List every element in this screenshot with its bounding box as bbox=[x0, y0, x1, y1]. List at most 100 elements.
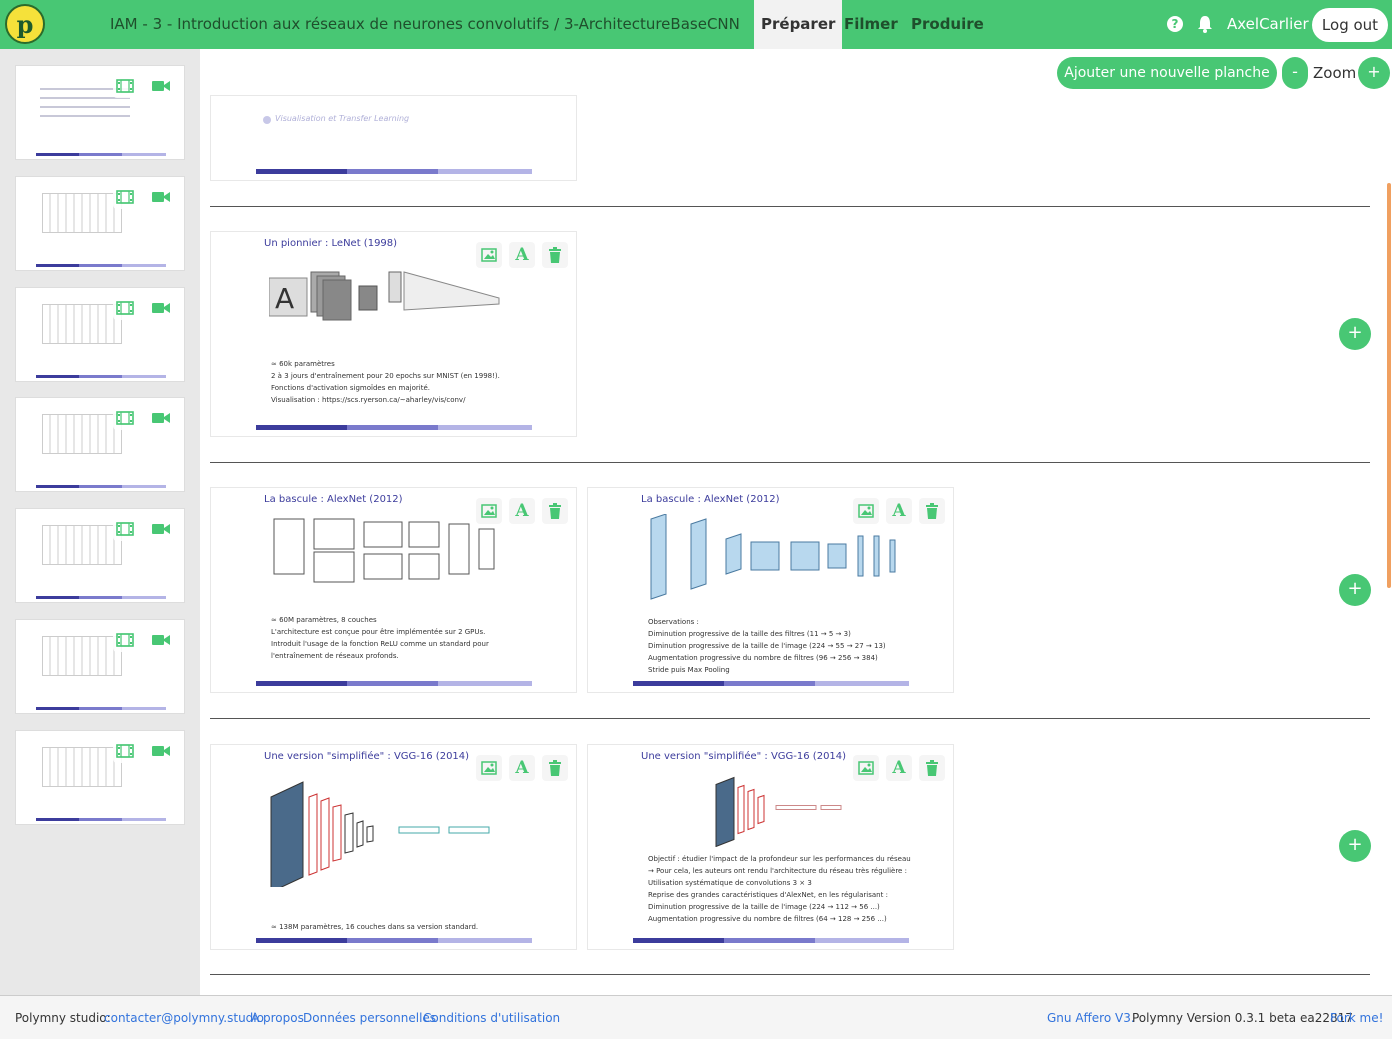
lenet-diagram-image: A bbox=[269, 271, 500, 321]
slide-bullet: Diminution progressive de la taille des … bbox=[648, 630, 851, 638]
text-icon: A bbox=[515, 501, 529, 521]
thumbnail-footer-bar bbox=[36, 264, 166, 267]
add-slide-to-row-button[interactable]: + bbox=[1339, 830, 1371, 862]
add-slide-to-row-button[interactable]: + bbox=[1339, 574, 1371, 606]
slide-bullets: ≃ 60M paramètres, 8 couches L'architectu… bbox=[271, 616, 531, 664]
tab-preparer[interactable]: Préparer bbox=[754, 0, 843, 49]
tab-produire[interactable]: Produire bbox=[904, 0, 991, 49]
thumbnail-footer-bar bbox=[36, 596, 166, 599]
film-strip-button[interactable] bbox=[113, 185, 137, 209]
zoom-in-button[interactable]: + bbox=[1358, 57, 1390, 89]
record-button[interactable] bbox=[149, 74, 173, 98]
footer-link-contact[interactable]: contacter@polymny.studio bbox=[104, 996, 264, 1039]
slide-card[interactable]: Une version "simplifiée" : VGG-16 (2014)… bbox=[210, 744, 577, 950]
record-button[interactable] bbox=[149, 185, 173, 209]
logout-button[interactable]: Log out bbox=[1312, 8, 1388, 42]
thumbnail-footer-bar bbox=[36, 707, 166, 710]
replace-image-button[interactable] bbox=[476, 242, 502, 268]
footer-link-fork[interactable]: Fork me! bbox=[1330, 996, 1383, 1039]
film-strip-button[interactable] bbox=[113, 406, 137, 430]
polymny-logo[interactable]: p bbox=[5, 4, 45, 44]
replace-image-button[interactable] bbox=[476, 755, 502, 781]
record-button[interactable] bbox=[149, 406, 173, 430]
footer-link-license[interactable]: Gnu Affero V3. bbox=[1047, 996, 1135, 1039]
record-button[interactable] bbox=[149, 739, 173, 763]
film-strip-button[interactable] bbox=[113, 628, 137, 652]
film-icon bbox=[116, 744, 134, 758]
tab-filmer[interactable]: Filmer bbox=[837, 0, 905, 49]
record-button[interactable] bbox=[149, 517, 173, 541]
slide-bullet: ≃ 60k paramètres bbox=[271, 360, 335, 368]
delete-slide-button[interactable] bbox=[542, 498, 568, 524]
footer-label: Polymny studio: bbox=[15, 1011, 111, 1025]
film-strip-button[interactable] bbox=[113, 296, 137, 320]
bell-icon[interactable] bbox=[1197, 14, 1213, 34]
slide-thumbnail[interactable] bbox=[15, 65, 185, 160]
slide-thumbnail[interactable] bbox=[15, 397, 185, 492]
slide-bullet: Visualisation : https://scs.ryerson.ca/~… bbox=[271, 396, 466, 404]
slide-bullet: 2 à 3 jours d'entraînement pour 20 epoch… bbox=[271, 372, 500, 380]
page-footer: Polymny studio: contacter@polymny.studio… bbox=[0, 995, 1392, 1039]
replace-image-button[interactable] bbox=[476, 498, 502, 524]
trash-icon bbox=[549, 503, 561, 519]
slide-footer-bar bbox=[633, 938, 909, 943]
slide-bullet: Stride puis Max Pooling bbox=[648, 666, 730, 674]
film-strip-button[interactable] bbox=[113, 517, 137, 541]
film-icon bbox=[116, 79, 134, 93]
replace-image-button[interactable] bbox=[853, 755, 879, 781]
scrollbar[interactable] bbox=[1387, 183, 1391, 588]
footer-link-about[interactable]: A propos bbox=[251, 996, 304, 1039]
record-button[interactable] bbox=[149, 296, 173, 320]
text-icon: A bbox=[892, 501, 906, 521]
image-icon bbox=[858, 504, 874, 518]
edit-text-button[interactable]: A bbox=[886, 755, 912, 781]
slide-card[interactable]: Un pionnier : LeNet (1998) A ≃ 60k param… bbox=[210, 231, 577, 437]
text-icon: A bbox=[892, 758, 906, 778]
thumbnail-preview bbox=[42, 747, 122, 787]
replace-image-button[interactable] bbox=[853, 498, 879, 524]
delete-slide-button[interactable] bbox=[542, 242, 568, 268]
slide-thumbnail[interactable] bbox=[15, 508, 185, 603]
slide-card[interactable]: La bascule : AlexNet (2012) Observations… bbox=[587, 487, 954, 693]
slide-bullets: Objectif : étudier l'impact de la profon… bbox=[648, 855, 911, 927]
slide-bullet: Reprise des grandes caractéristiques d'A… bbox=[648, 891, 888, 899]
text-icon: A bbox=[515, 758, 529, 778]
trash-icon bbox=[926, 760, 938, 776]
slide-thumbnail[interactable] bbox=[15, 730, 185, 825]
edit-text-button[interactable]: A bbox=[509, 498, 535, 524]
slide-card[interactable]: La bascule : AlexNet (2012) ≃ 60M paramè… bbox=[210, 487, 577, 693]
delete-slide-button[interactable] bbox=[542, 755, 568, 781]
slide-bullet: Diminution progressive de la taille de l… bbox=[648, 903, 880, 911]
film-strip-button[interactable] bbox=[113, 74, 137, 98]
film-icon bbox=[116, 190, 134, 204]
slide-bullet: Fonctions d'activation sigmoïdes en majo… bbox=[271, 384, 430, 392]
edit-text-button[interactable]: A bbox=[509, 755, 535, 781]
add-slide-to-row-button[interactable]: + bbox=[1339, 318, 1371, 350]
slide-thumbnail[interactable] bbox=[15, 287, 185, 382]
slide-bullet: Utilisation systématique de convolutions… bbox=[648, 879, 812, 887]
film-icon bbox=[116, 301, 134, 315]
slide-bullets: Observations : Diminution progressive de… bbox=[648, 618, 908, 678]
record-button[interactable] bbox=[149, 628, 173, 652]
top-navbar: p IAM - 3 - Introduction aux réseaux de … bbox=[0, 0, 1392, 49]
footer-link-terms[interactable]: Conditions d'utilisation bbox=[423, 996, 560, 1039]
image-icon bbox=[481, 761, 497, 775]
help-icon[interactable]: ? bbox=[1167, 16, 1183, 32]
video-camera-icon bbox=[152, 746, 170, 756]
edit-text-button[interactable]: A bbox=[886, 498, 912, 524]
slide-card-partial[interactable]: Visualisation et Transfer Learning bbox=[210, 95, 577, 181]
film-strip-button[interactable] bbox=[113, 739, 137, 763]
slide-thumbnail[interactable] bbox=[15, 619, 185, 714]
username[interactable]: AxelCarlier bbox=[1227, 0, 1309, 49]
row-separator bbox=[210, 974, 1370, 975]
slide-thumbnail[interactable] bbox=[15, 176, 185, 271]
thumbnail-footer-bar bbox=[36, 818, 166, 821]
slide-footer-bar bbox=[256, 681, 532, 686]
footer-link-privacy[interactable]: Données personnelles bbox=[303, 996, 436, 1039]
edit-text-button[interactable]: A bbox=[509, 242, 535, 268]
add-slide-button[interactable]: Ajouter une nouvelle planche bbox=[1057, 57, 1277, 89]
delete-slide-button[interactable] bbox=[919, 755, 945, 781]
slide-card[interactable]: Une version "simplifiée" : VGG-16 (2014)… bbox=[587, 744, 954, 950]
delete-slide-button[interactable] bbox=[919, 498, 945, 524]
zoom-out-button[interactable]: - bbox=[1282, 57, 1308, 89]
